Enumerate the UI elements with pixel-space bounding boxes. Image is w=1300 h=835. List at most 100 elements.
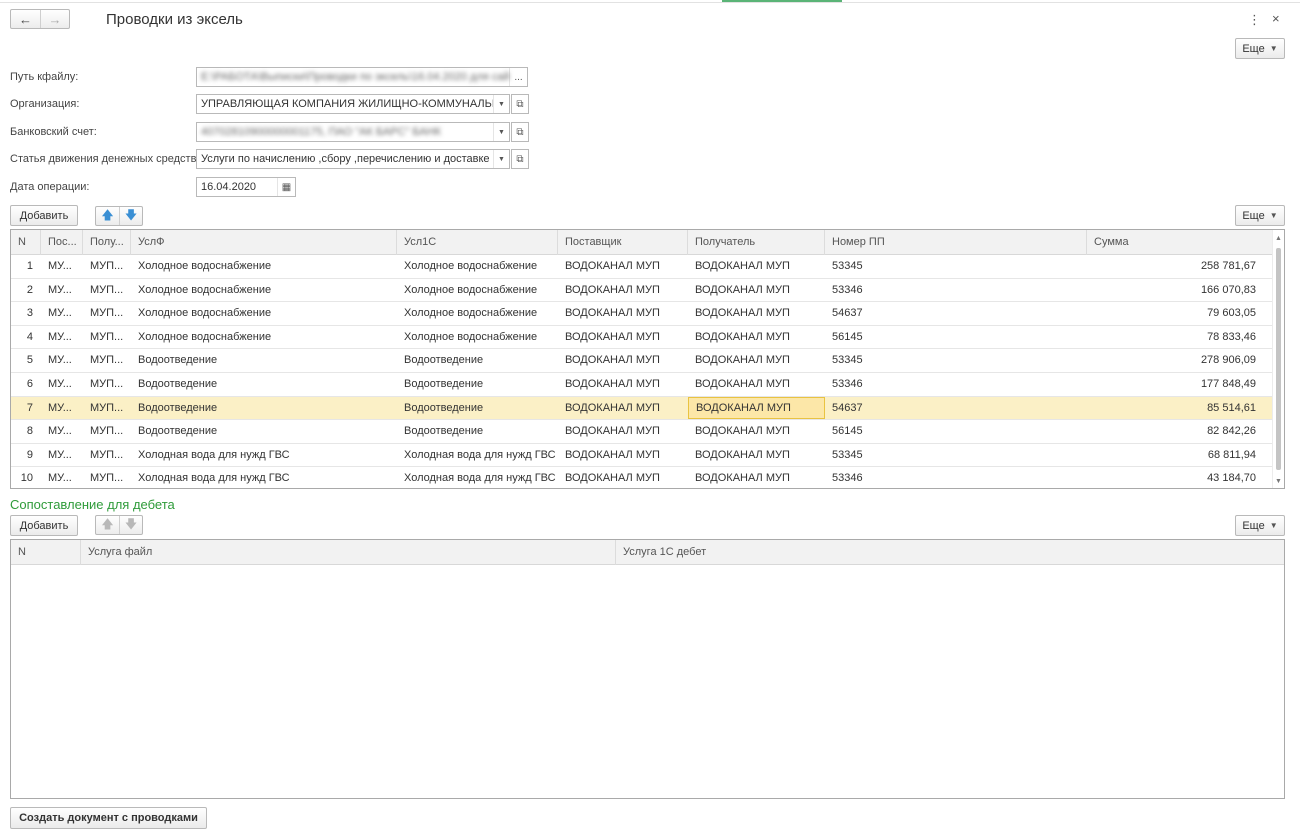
row-sum[interactable]: 78 833,46 xyxy=(1087,326,1262,349)
row-pp-number[interactable]: 53345 xyxy=(825,349,1087,372)
open-cash-flow-item-icon[interactable]: ⧉ xyxy=(511,149,529,169)
row-number[interactable]: 9 xyxy=(11,444,41,467)
column-header-pol[interactable]: Полу... xyxy=(83,230,131,255)
row-pp-number[interactable]: 54637 xyxy=(825,397,1087,420)
table-row[interactable]: 8 МУ... МУП... Водоотведение Водоотведение ВО… xyxy=(11,420,1284,444)
row-supplier[interactable]: ВОДОКАНАЛ МУП xyxy=(558,444,688,467)
scroll-down-icon[interactable]: ▼ xyxy=(1275,478,1282,485)
row-pol[interactable]: МУП... xyxy=(83,373,131,396)
column-header-service-1c-debit[interactable]: Услуга 1С дебет xyxy=(616,540,1284,565)
row-supplier[interactable]: ВОДОКАНАЛ МУП xyxy=(558,302,688,325)
row-pol[interactable]: МУП... xyxy=(83,349,131,372)
row-pos[interactable]: МУ... xyxy=(41,255,83,278)
row-uslf[interactable]: Холодная вода для нужд ГВС xyxy=(131,444,397,467)
row-pol[interactable]: МУП... xyxy=(83,255,131,278)
dropdown-icon[interactable]: ▼ xyxy=(493,123,509,141)
back-arrow-icon[interactable]: ← xyxy=(11,10,40,28)
row-recipient[interactable]: ВОДОКАНАЛ МУП xyxy=(688,302,825,325)
forward-arrow-icon[interactable]: → xyxy=(39,10,69,28)
row-uslf[interactable]: Холодное водоснабжение xyxy=(131,326,397,349)
row-sum[interactable]: 79 603,05 xyxy=(1087,302,1262,325)
row-pos[interactable]: МУ... xyxy=(41,349,83,372)
column-header-uslf[interactable]: УслФ xyxy=(131,230,397,255)
table-row[interactable]: 7 МУ... МУП... Водоотведение Водоотведение ВО… xyxy=(11,396,1284,421)
row-recipient[interactable]: ВОДОКАНАЛ МУП xyxy=(688,420,825,443)
open-organization-icon[interactable]: ⧉ xyxy=(511,94,529,114)
row-pos[interactable]: МУ... xyxy=(41,444,83,467)
row-sum[interactable]: 258 781,67 xyxy=(1087,255,1262,278)
row-sum[interactable]: 166 070,83 xyxy=(1087,279,1262,302)
row-recipient[interactable]: ВОДОКАНАЛ МУП xyxy=(688,467,825,488)
row-pos[interactable]: МУ... xyxy=(41,373,83,396)
row-usl1c[interactable]: Водоотведение xyxy=(397,349,558,372)
row-pol[interactable]: МУП... xyxy=(83,326,131,349)
row-uslf[interactable]: Водоотведение xyxy=(131,373,397,396)
table-row[interactable]: 5 МУ... МУП... Водоотведение Водоотведение ВО… xyxy=(11,349,1284,373)
row-supplier[interactable]: ВОДОКАНАЛ МУП xyxy=(558,279,688,302)
table-row[interactable]: 3 МУ... МУП... Холодное водоснабжение Холодн… xyxy=(11,302,1284,326)
row-recipient[interactable]: ВОДОКАНАЛ МУП xyxy=(688,255,825,278)
move-down-icon[interactable]: 🡇 xyxy=(119,516,142,534)
row-supplier[interactable]: ВОДОКАНАЛ МУП xyxy=(558,373,688,396)
row-supplier[interactable]: ВОДОКАНАЛ МУП xyxy=(558,255,688,278)
row-pol[interactable]: МУП... xyxy=(83,302,131,325)
file-path-field[interactable]: E:\РАБОТА\Выписки\Проводки по эксель\16.… xyxy=(196,67,528,87)
row-number[interactable]: 5 xyxy=(11,349,41,372)
bank-account-field[interactable]: 40702810900000001175, ПАО "АК БАРС" БАНК… xyxy=(196,122,510,142)
row-pp-number[interactable]: 53346 xyxy=(825,373,1087,396)
row-pp-number[interactable]: 53345 xyxy=(825,255,1087,278)
column-header-supplier[interactable]: Поставщик xyxy=(558,230,688,255)
table-row[interactable]: 1 МУ... МУП... Холодное водоснабжение Холодн… xyxy=(11,255,1284,279)
column-header-usl1c[interactable]: Усл1С xyxy=(397,230,558,255)
row-number[interactable]: 4 xyxy=(11,326,41,349)
open-bank-account-icon[interactable]: ⧉ xyxy=(511,122,529,142)
row-uslf[interactable]: Водоотведение xyxy=(131,397,397,420)
row-pos[interactable]: МУ... xyxy=(41,467,83,488)
close-icon[interactable]: × xyxy=(1272,11,1280,26)
row-usl1c[interactable]: Холодная вода для нужд ГВС xyxy=(397,467,558,488)
table-row[interactable]: 10 МУ... МУП... Холодная вода для нужд ГВС Х… xyxy=(11,467,1284,488)
row-sum[interactable]: 85 514,61 xyxy=(1087,397,1262,420)
browse-dots-icon[interactable]: ... xyxy=(509,68,527,86)
row-sum[interactable]: 278 906,09 xyxy=(1087,349,1262,372)
row-pp-number[interactable]: 53346 xyxy=(825,279,1087,302)
row-supplier[interactable]: ВОДОКАНАЛ МУП xyxy=(558,420,688,443)
row-number[interactable]: 8 xyxy=(11,420,41,443)
row-number[interactable]: 7 xyxy=(11,397,41,420)
row-number[interactable]: 6 xyxy=(11,373,41,396)
row-uslf[interactable]: Холодная вода для нужд ГВС xyxy=(131,467,397,488)
row-pol[interactable]: МУП... xyxy=(83,467,131,488)
row-recipient[interactable]: ВОДОКАНАЛ МУП xyxy=(688,444,825,467)
row-uslf[interactable]: Водоотведение xyxy=(131,349,397,372)
row-pos[interactable]: МУ... xyxy=(41,420,83,443)
calendar-icon[interactable]: ▦ xyxy=(277,178,295,196)
more-actions-icon[interactable]: ⋮ xyxy=(1248,12,1261,28)
dropdown-icon[interactable]: ▼ xyxy=(493,150,509,168)
row-pol[interactable]: МУП... xyxy=(83,279,131,302)
table-more-button[interactable]: Еще ▼ xyxy=(1235,205,1285,226)
row-uslf[interactable]: Холодное водоснабжение xyxy=(131,302,397,325)
row-sum[interactable]: 43 184,70 xyxy=(1087,467,1262,488)
table-row[interactable]: 9 МУ... МУП... Холодная вода для нужд ГВС Хо… xyxy=(11,444,1284,468)
row-uslf[interactable]: Холодное водоснабжение xyxy=(131,279,397,302)
row-recipient[interactable]: ВОДОКАНАЛ МУП xyxy=(688,396,825,420)
row-pos[interactable]: МУ... xyxy=(41,397,83,420)
scroll-up-icon[interactable]: ▲ xyxy=(1275,235,1282,242)
row-pos[interactable]: МУ... xyxy=(41,279,83,302)
row-supplier[interactable]: ВОДОКАНАЛ МУП xyxy=(558,467,688,488)
row-pol[interactable]: МУП... xyxy=(83,420,131,443)
column-header-n[interactable]: N xyxy=(11,540,81,565)
row-recipient[interactable]: ВОДОКАНАЛ МУП xyxy=(688,373,825,396)
scrollbar-thumb[interactable] xyxy=(1276,248,1281,470)
row-number[interactable]: 1 xyxy=(11,255,41,278)
row-sum[interactable]: 82 842,26 xyxy=(1087,420,1262,443)
row-pol[interactable]: МУП... xyxy=(83,397,131,420)
row-usl1c[interactable]: Холодное водоснабжение xyxy=(397,279,558,302)
row-recipient[interactable]: ВОДОКАНАЛ МУП xyxy=(688,279,825,302)
row-recipient[interactable]: ВОДОКАНАЛ МУП xyxy=(688,326,825,349)
row-pos[interactable]: МУ... xyxy=(41,326,83,349)
row-usl1c[interactable]: Холодное водоснабжение xyxy=(397,302,558,325)
row-sum[interactable]: 177 848,49 xyxy=(1087,373,1262,396)
row-pp-number[interactable]: 53345 xyxy=(825,444,1087,467)
row-sum[interactable]: 68 811,94 xyxy=(1087,444,1262,467)
